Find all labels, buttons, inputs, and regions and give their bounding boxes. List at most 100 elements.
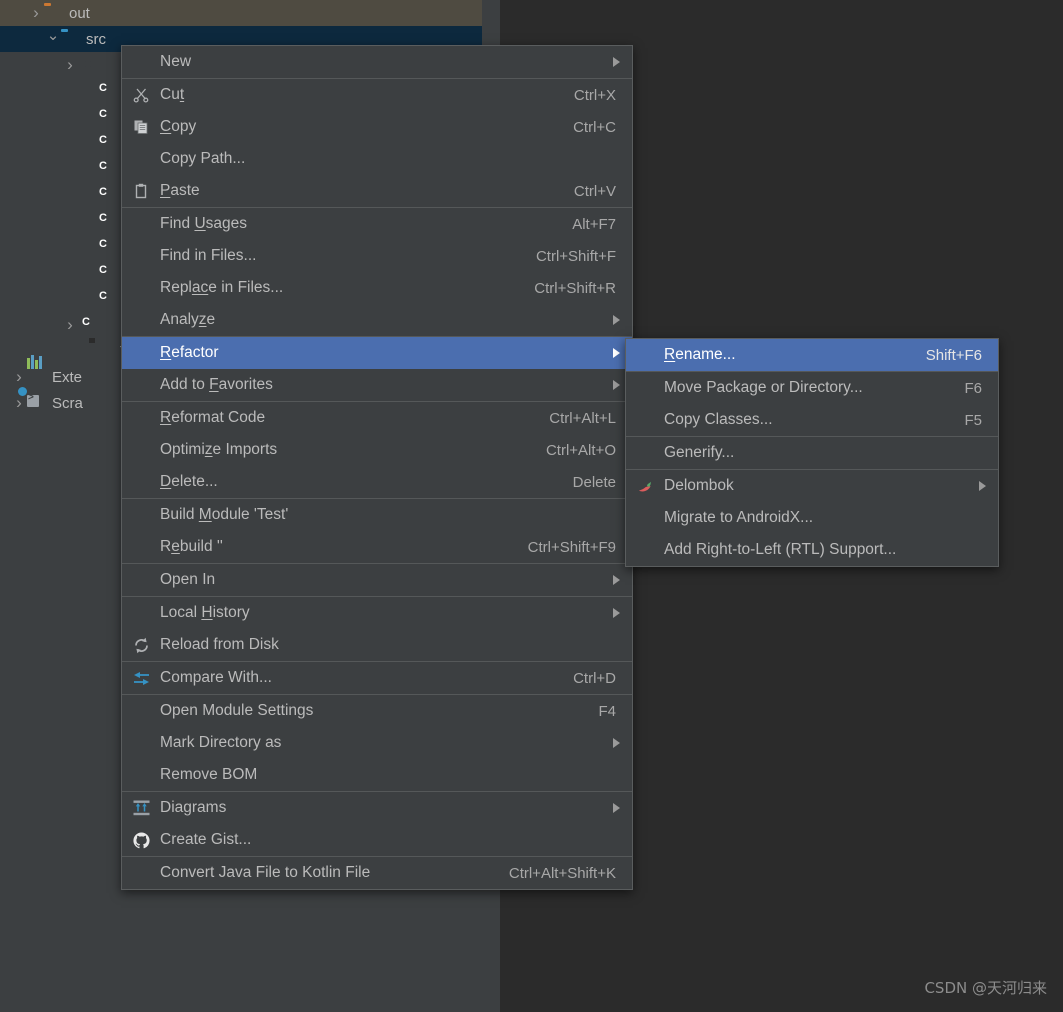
menu-item-optimize-imports[interactable]: Optimize Imports Ctrl+Alt+O bbox=[122, 434, 632, 466]
java-class-icon bbox=[95, 213, 113, 229]
menu-item-label: Reformat Code bbox=[160, 409, 266, 426]
menu-item-label: Mark Directory as bbox=[160, 734, 282, 751]
java-class-icon bbox=[95, 239, 113, 255]
menu-item-label: Convert Java File to Kotlin File bbox=[160, 864, 371, 881]
menu-item-new[interactable]: New bbox=[122, 46, 632, 78]
menu-item-shortcut: Ctrl+Shift+F9 bbox=[527, 538, 616, 556]
menu-item-shortcut: Shift+F6 bbox=[925, 346, 982, 364]
submenu-arrow-icon bbox=[613, 348, 620, 358]
refactor-submenu[interactable]: Rename... Shift+F6 Move Package or Directo… bbox=[625, 338, 999, 567]
menu-item-find-in-files[interactable]: Find in Files... Ctrl+Shift+F bbox=[122, 240, 632, 272]
menu-item-label: Open Module Settings bbox=[160, 702, 314, 719]
menu-item-mark-directory-as[interactable]: Mark Directory as bbox=[122, 727, 632, 759]
menu-item-open-in[interactable]: Open In bbox=[122, 564, 632, 596]
menu-item-open-module-settings[interactable]: Open Module Settings F4 bbox=[122, 695, 632, 727]
menu-item-label: Optimize Imports bbox=[160, 441, 278, 458]
chevron-right-icon[interactable] bbox=[28, 3, 44, 23]
menu-item-shortcut: Alt+F7 bbox=[572, 215, 616, 233]
tree-row-label: Scra bbox=[52, 394, 83, 412]
menu-item-replace-in-files[interactable]: Replace in Files... Ctrl+Shift+R bbox=[122, 272, 632, 304]
chevron-right-icon[interactable] bbox=[62, 55, 78, 75]
menu-item-compare-with[interactable]: Compare With... Ctrl+D bbox=[122, 662, 632, 694]
menu-item-remove-bom[interactable]: Remove BOM bbox=[122, 759, 632, 791]
menu-item-shortcut: Ctrl+D bbox=[573, 669, 616, 687]
project-context-menu[interactable]: New Cut Ctrl+X Copy Ctrl+C Copy Path... Paste C… bbox=[121, 45, 633, 890]
menu-item-label: Add Right-to-Left (RTL) Support... bbox=[664, 541, 897, 558]
menu-item-shortcut: Ctrl+Shift+F bbox=[535, 247, 616, 265]
menu-item-add-to-favorites[interactable]: Add to Favorites bbox=[122, 369, 632, 401]
menu-item-label: Paste bbox=[160, 182, 200, 199]
text-file-icon bbox=[95, 343, 113, 359]
tree-row-label: Exte bbox=[52, 368, 83, 386]
scissors-icon bbox=[128, 87, 154, 103]
menu-item-migrate-to-androidx[interactable]: Migrate to AndroidX... bbox=[626, 502, 998, 534]
submenu-arrow-icon bbox=[613, 738, 620, 748]
menu-item-delombok[interactable]: Delombok bbox=[626, 470, 998, 502]
menu-item-label: Remove BOM bbox=[160, 766, 258, 783]
menu-item-refactor[interactable]: Refactor bbox=[122, 337, 632, 369]
menu-item-paste[interactable]: Paste Ctrl+V bbox=[122, 175, 632, 207]
menu-item-move-package-or-directory[interactable]: Move Package or Directory... F6 bbox=[626, 372, 998, 404]
menu-item-label: Open In bbox=[160, 571, 216, 588]
menu-item-label: Create Gist... bbox=[160, 831, 252, 848]
chevron-right-icon[interactable] bbox=[11, 367, 27, 387]
menu-item-delete[interactable]: Delete... Delete bbox=[122, 466, 632, 498]
github-icon bbox=[128, 832, 154, 849]
chevron-down-icon[interactable] bbox=[45, 30, 61, 48]
java-class-icon bbox=[95, 135, 113, 151]
menu-item-label: Cut bbox=[160, 86, 185, 103]
menu-item-label: Add to Favorites bbox=[160, 376, 273, 393]
menu-item-label: Rename... bbox=[664, 346, 736, 363]
package-icon bbox=[78, 57, 96, 73]
submenu-arrow-icon bbox=[613, 575, 620, 585]
menu-item-reformat-code[interactable]: Reformat Code Ctrl+Alt+L bbox=[122, 402, 632, 434]
menu-item-shortcut: Ctrl+C bbox=[573, 118, 616, 136]
menu-item-label: Reload from Disk bbox=[160, 636, 279, 653]
menu-item-add-right-to-left-rtl-support[interactable]: Add Right-to-Left (RTL) Support... bbox=[626, 534, 998, 566]
menu-item-cut[interactable]: Cut Ctrl+X bbox=[122, 79, 632, 111]
menu-item-shortcut: Ctrl+Alt+O bbox=[545, 441, 616, 459]
chevron-right-icon[interactable] bbox=[62, 315, 78, 335]
menu-item-label: Refactor bbox=[160, 344, 219, 361]
diagram-icon bbox=[128, 800, 154, 816]
java-class-icon bbox=[95, 291, 113, 307]
menu-item-find-usages[interactable]: Find Usages Alt+F7 bbox=[122, 208, 632, 240]
menu-item-analyze[interactable]: Analyze bbox=[122, 304, 632, 336]
menu-item-label: Delete... bbox=[160, 473, 218, 490]
scratch-icon bbox=[18, 387, 45, 411]
menu-item-shortcut: Ctrl+X bbox=[573, 86, 616, 104]
menu-item-convert-java-file-to-kotlin-file[interactable]: Convert Java File to Kotlin File Ctrl+Alt… bbox=[122, 857, 632, 889]
tree-row[interactable]: out bbox=[0, 0, 482, 26]
menu-item-label: Move Package or Directory... bbox=[664, 379, 863, 396]
menu-item-shortcut: Ctrl+Shift+R bbox=[534, 279, 616, 297]
menu-item-label: Delombok bbox=[664, 477, 734, 494]
chili-icon bbox=[632, 478, 658, 495]
menu-item-label: Copy Classes... bbox=[664, 411, 773, 428]
menu-item-label: Compare With... bbox=[160, 669, 272, 686]
menu-item-create-gist[interactable]: Create Gist... bbox=[122, 824, 632, 856]
menu-item-label: Build Module 'Test' bbox=[160, 506, 289, 523]
java-class-icon bbox=[95, 161, 113, 177]
menu-item-shortcut: Ctrl+Alt+L bbox=[549, 409, 616, 427]
chevron-right-icon[interactable] bbox=[11, 393, 27, 413]
menu-item-label: Find in Files... bbox=[160, 247, 257, 264]
menu-item-copy-classes[interactable]: Copy Classes... F5 bbox=[626, 404, 998, 436]
menu-item-copy-path[interactable]: Copy Path... bbox=[122, 143, 632, 175]
menu-item-reload-from-disk[interactable]: Reload from Disk bbox=[122, 629, 632, 661]
menu-item-build-module-test[interactable]: Build Module 'Test' bbox=[122, 499, 632, 531]
menu-item-rebuild-default[interactable]: Rebuild '' Ctrl+Shift+F9 bbox=[122, 531, 632, 563]
menu-item-label: Copy bbox=[160, 118, 197, 135]
menu-item-label: Diagrams bbox=[160, 799, 227, 816]
menu-item-label: Replace in Files... bbox=[160, 279, 284, 296]
menu-item-local-history[interactable]: Local History bbox=[122, 597, 632, 629]
menu-item-label: Analyze bbox=[160, 311, 216, 328]
java-class-icon bbox=[95, 83, 113, 99]
clipboard-icon bbox=[128, 183, 154, 199]
menu-item-diagrams[interactable]: Diagrams bbox=[122, 792, 632, 824]
menu-item-label: Migrate to AndroidX... bbox=[664, 509, 814, 526]
menu-item-generify[interactable]: Generify... bbox=[626, 437, 998, 469]
submenu-arrow-icon bbox=[613, 803, 620, 813]
library-icon bbox=[27, 355, 45, 385]
menu-item-copy[interactable]: Copy Ctrl+C bbox=[122, 111, 632, 143]
menu-item-rename[interactable]: Rename... Shift+F6 bbox=[626, 339, 998, 371]
